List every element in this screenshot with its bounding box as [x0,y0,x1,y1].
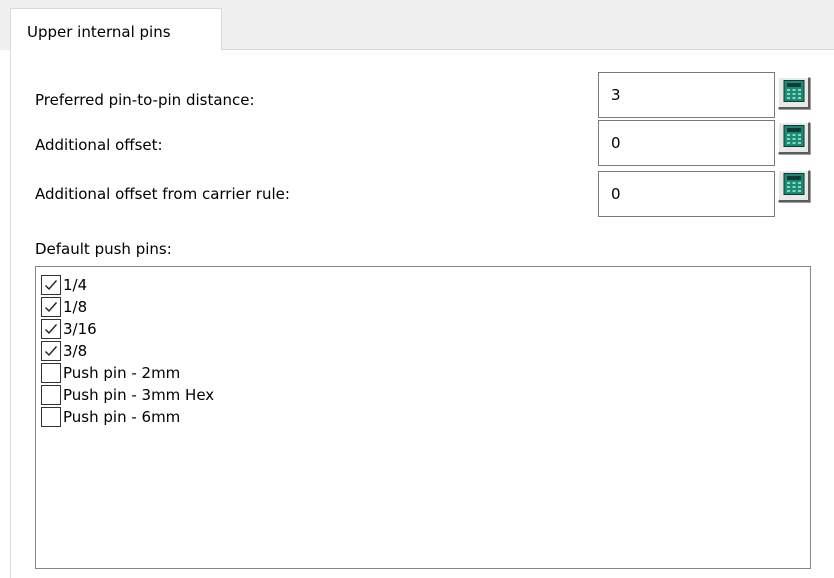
list-item[interactable]: 3/8 [41,340,87,362]
list-item[interactable]: 1/8 [41,296,87,318]
list-item-label: 3/8 [63,342,88,360]
checkbox[interactable] [41,385,61,405]
checkbox[interactable] [41,319,61,339]
list-item-label: Push pin - 3mm Hex [63,386,215,404]
checkmark-icon [45,280,58,291]
preferred-pin-distance-calculator-button[interactable] [778,77,810,109]
carrier-rule-offset-calculator-button[interactable] [778,170,810,202]
checkbox[interactable] [41,297,61,317]
checkmark-icon [45,346,58,357]
list-item[interactable]: 1/4 [41,274,87,296]
preferred-pin-distance-label: Preferred pin-to-pin distance: [35,91,255,109]
default-push-pins-label: Default push pins: [35,240,172,258]
additional-offset-label: Additional offset: [35,136,163,154]
tab-label: Upper internal pins [27,23,171,41]
checkmark-icon [45,324,58,335]
checkmark-icon [45,302,58,313]
calculator-icon [783,172,805,199]
preferred-pin-distance-input[interactable] [598,72,775,118]
list-item[interactable]: Push pin - 6mm [41,406,180,428]
calculator-icon [783,124,805,151]
list-item[interactable]: 3/16 [41,318,97,340]
checkbox[interactable] [41,407,61,427]
tab-upper-internal-pins[interactable]: Upper internal pins [10,8,222,50]
pins-settings-panel: Upper internal pins Preferred pin-to-pin… [0,0,834,578]
tab-strip-border [222,49,834,50]
list-item-label: Push pin - 6mm [63,408,181,426]
list-item-label: Push pin - 2mm [63,364,181,382]
checkbox[interactable] [41,363,61,383]
panel-left-border [10,50,11,578]
list-item[interactable]: Push pin - 2mm [41,362,180,384]
list-item-label: 3/16 [63,320,97,338]
carrier-rule-offset-label: Additional offset from carrier rule: [35,185,290,203]
checkbox[interactable] [41,341,61,361]
carrier-rule-offset-input[interactable] [598,171,775,217]
additional-offset-calculator-button[interactable] [778,122,810,154]
list-item[interactable]: Push pin - 3mm Hex [41,384,214,406]
list-item-label: 1/4 [63,276,88,294]
push-pins-list[interactable]: 1/4 1/8 3/16 3/8 Push pin - 2mm Push pin… [35,266,811,569]
checkbox[interactable] [41,275,61,295]
calculator-icon [783,79,805,106]
additional-offset-input[interactable] [598,120,775,166]
list-item-label: 1/8 [63,298,88,316]
